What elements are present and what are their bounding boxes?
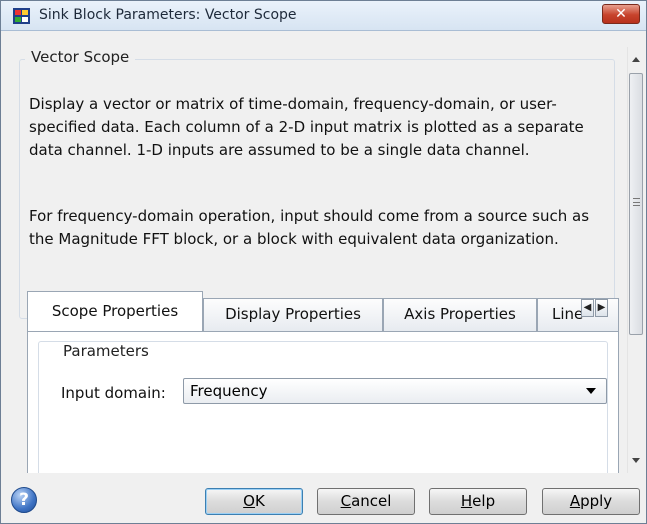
tab-strip: Scope Properties Display Properties Axis…: [27, 291, 619, 331]
tab-display-properties[interactable]: Display Properties: [203, 298, 383, 331]
cancel-button-label: ancel: [351, 492, 392, 510]
description-paragraph-1: Display a vector or matrix of time-domai…: [29, 95, 584, 159]
button-bar: ? OK Cancel Help Apply: [1, 477, 646, 523]
description-group-title: Vector Scope: [25, 48, 136, 66]
help-button-mnemonic: H: [460, 492, 473, 510]
help-button[interactable]: Help: [429, 488, 527, 515]
tab-scroll-left-icon[interactable]: ◀: [581, 299, 594, 317]
ok-button-label: K: [254, 492, 265, 510]
input-domain-label: Input domain:: [61, 384, 166, 402]
close-button[interactable]: ✕: [602, 4, 640, 24]
tab-axis-properties[interactable]: Axis Properties: [383, 298, 537, 331]
simulink-block-icon: [13, 8, 30, 24]
help-icon[interactable]: ?: [11, 487, 37, 513]
help-button-label: elp: [472, 492, 496, 510]
ok-button-mnemonic: O: [243, 492, 255, 510]
scope-properties-panel: Parameters Input domain: Frequency: [27, 331, 619, 473]
close-icon: ✕: [615, 6, 627, 22]
apply-button[interactable]: Apply: [542, 488, 640, 515]
vertical-scrollbar[interactable]: [627, 47, 644, 473]
parameters-group: Parameters Input domain: Frequency: [38, 341, 608, 473]
window-title: Sink Block Parameters: Vector Scope: [39, 7, 297, 23]
scrollbar-thumb[interactable]: [629, 73, 643, 335]
input-domain-value: Frequency: [190, 382, 268, 400]
scroll-down-arrow-icon[interactable]: [632, 458, 640, 463]
ok-button[interactable]: OK: [205, 488, 303, 515]
title-bar[interactable]: Sink Block Parameters: Vector Scope ✕: [1, 1, 646, 31]
dialog-window: Sink Block Parameters: Vector Scope ✕ Ve…: [0, 0, 647, 524]
parameters-group-title: Parameters: [59, 342, 153, 360]
cancel-button-mnemonic: C: [340, 492, 352, 510]
chevron-down-icon: [586, 388, 596, 394]
input-domain-select[interactable]: Frequency: [183, 378, 607, 404]
apply-button-mnemonic: A: [569, 492, 581, 510]
scroll-up-arrow-icon[interactable]: [632, 57, 640, 62]
tab-scope-properties[interactable]: Scope Properties: [27, 291, 203, 331]
apply-button-label: pply: [580, 492, 613, 510]
tab-scroll-right-icon[interactable]: ▶: [595, 299, 608, 317]
dialog-content: Vector Scope Display a vector or matrix …: [9, 39, 621, 473]
grip-icon: [633, 198, 640, 206]
description-paragraph-2: For frequency-domain operation, input sh…: [29, 207, 590, 248]
cancel-button[interactable]: Cancel: [317, 488, 415, 515]
